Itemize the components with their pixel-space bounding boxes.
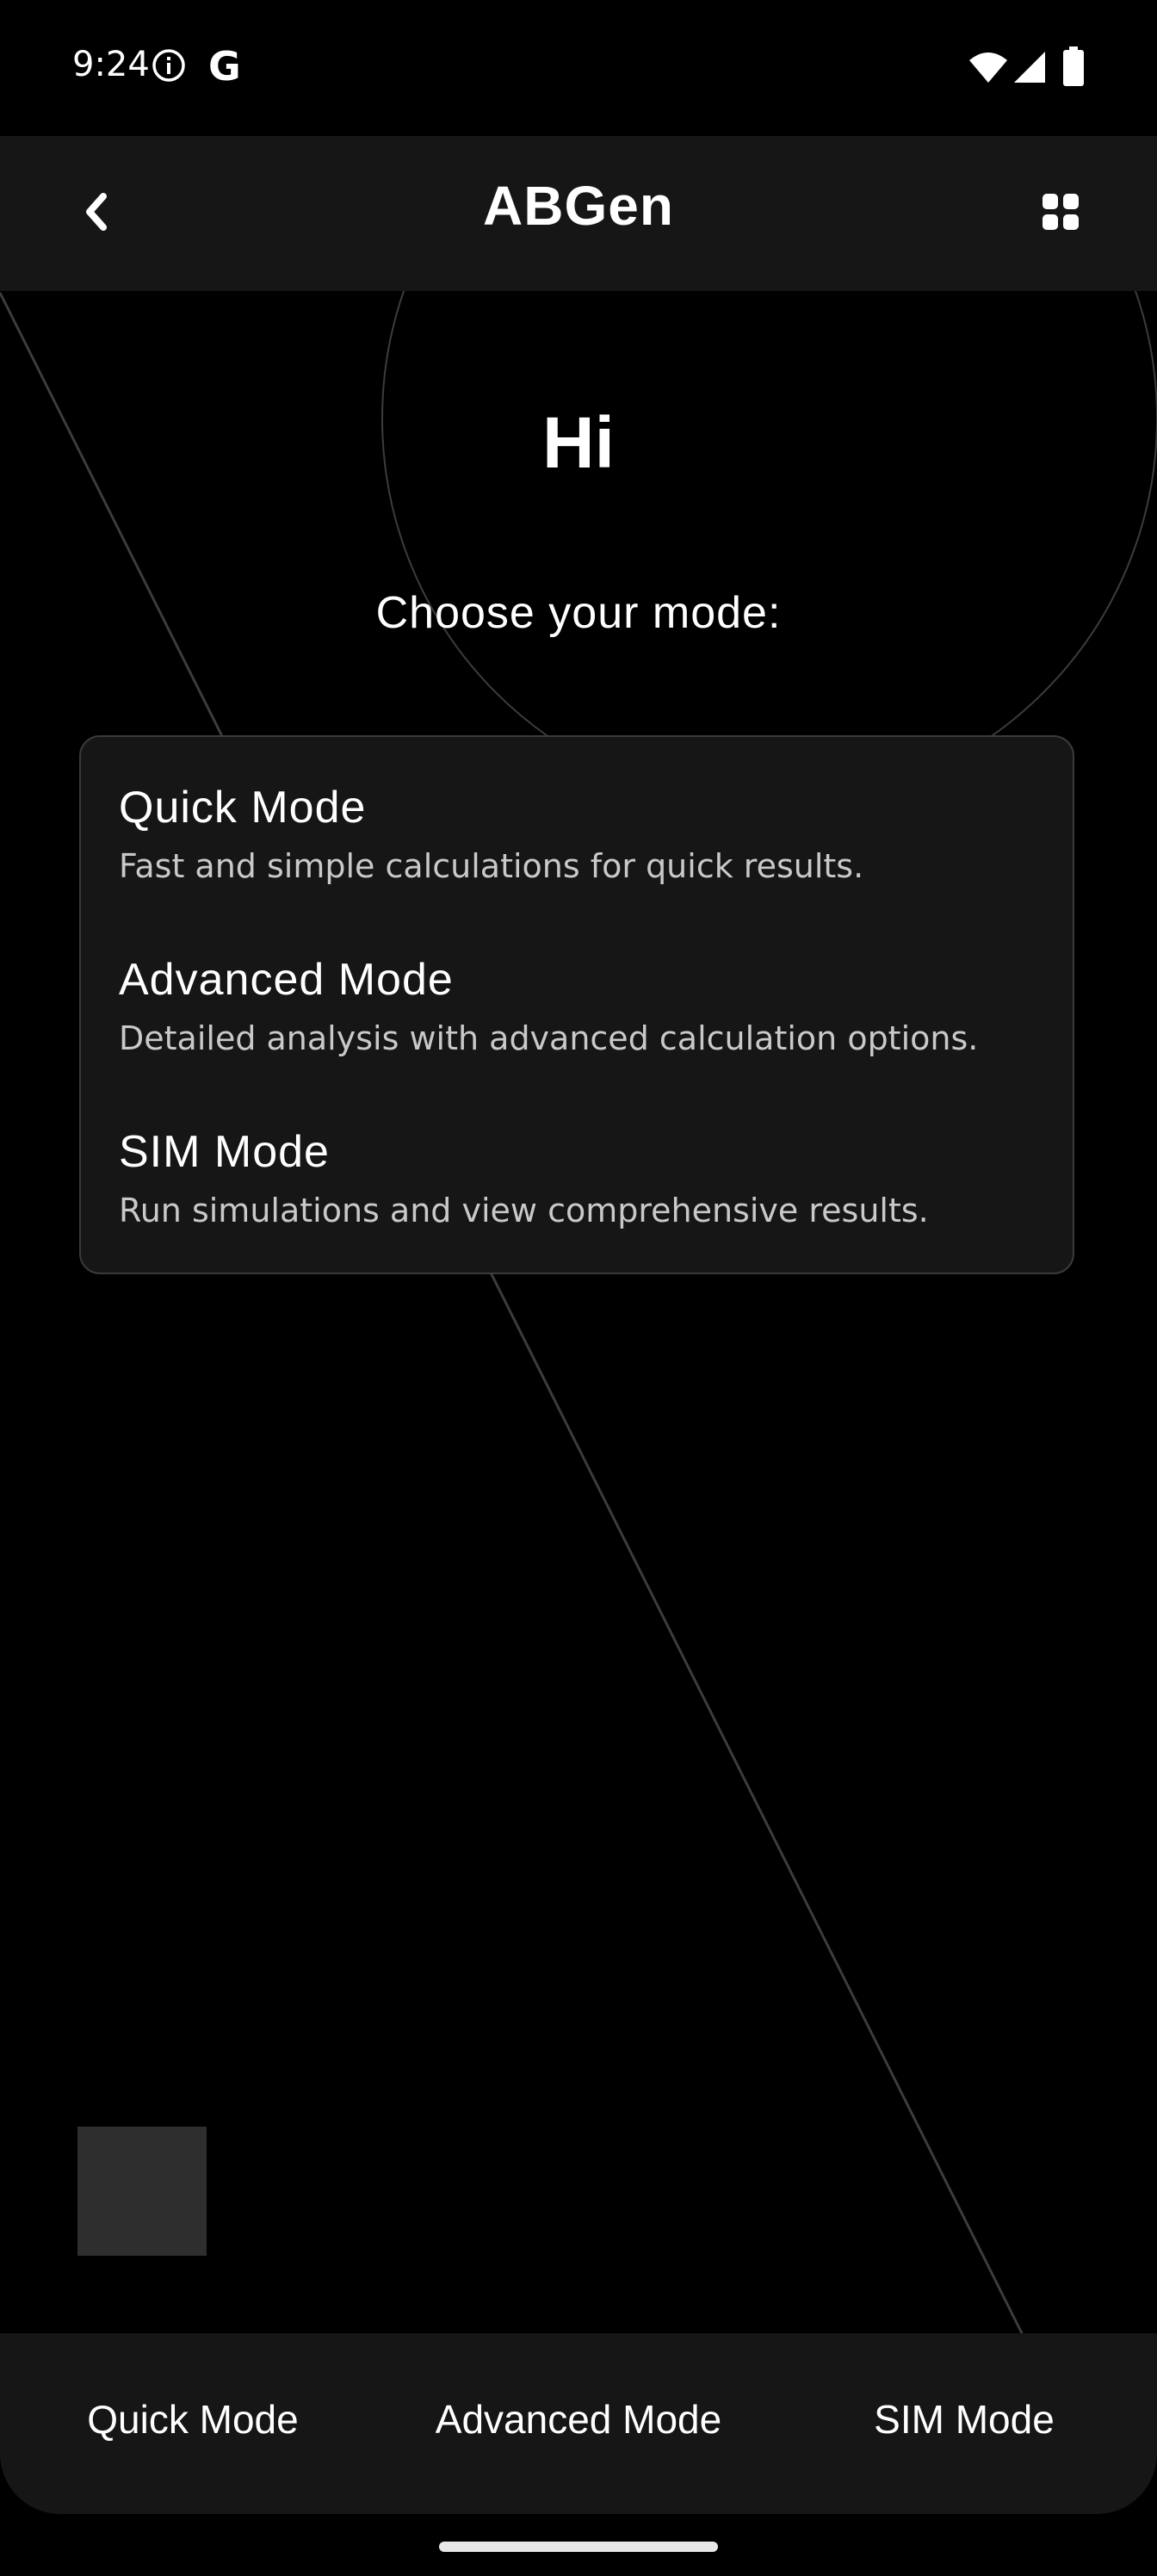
mode-option-advanced[interactable]: Advanced Mode Detailed analysis with adv…: [119, 952, 1049, 1099]
nav-item-advanced-mode[interactable]: Advanced Mode: [386, 2333, 771, 2505]
status-bar: 9:24 G: [0, 0, 1157, 136]
nav-item-quick-mode[interactable]: Quick Mode: [0, 2333, 386, 2505]
signal-icon: [1014, 52, 1045, 83]
mode-option-description: Detailed analysis with advanced calculat…: [119, 1019, 979, 1057]
bottom-navigation: Quick Mode Advanced Mode SIM Mode: [0, 2333, 1157, 2514]
grid-menu-button[interactable]: [1033, 184, 1088, 239]
wifi-icon: [969, 53, 1007, 83]
mode-option-quick[interactable]: Quick Mode Fast and simple calculations …: [119, 780, 1049, 926]
grid-icon: [1043, 194, 1079, 230]
google-icon: G: [208, 43, 241, 90]
mode-option-title: Advanced Mode: [119, 955, 454, 1005]
home-indicator[interactable]: [439, 2542, 718, 2552]
mode-option-description: Fast and simple calculations for quick r…: [119, 847, 864, 885]
mode-option-description: Run simulations and view comprehensive r…: [119, 1192, 929, 1229]
app-title: ABGen: [483, 175, 674, 237]
mode-option-title: Quick Mode: [119, 783, 367, 833]
mode-option-title: SIM Mode: [119, 1127, 330, 1177]
info-icon: [152, 49, 185, 82]
gray-square-button[interactable]: [77, 2127, 207, 2256]
greeting-heading: Hi: [542, 402, 615, 483]
app-bar: ABGen: [0, 136, 1157, 291]
nav-item-sim-mode[interactable]: SIM Mode: [771, 2333, 1157, 2505]
battery-icon: [1063, 46, 1084, 86]
status-time: 9:24: [72, 45, 150, 84]
mode-selection-card: Quick Mode Fast and simple calculations …: [79, 735, 1074, 1274]
mode-option-sim[interactable]: SIM Mode Run simulations and view compre…: [119, 1124, 1049, 1271]
choose-mode-subtitle: Choose your mode:: [375, 588, 782, 638]
